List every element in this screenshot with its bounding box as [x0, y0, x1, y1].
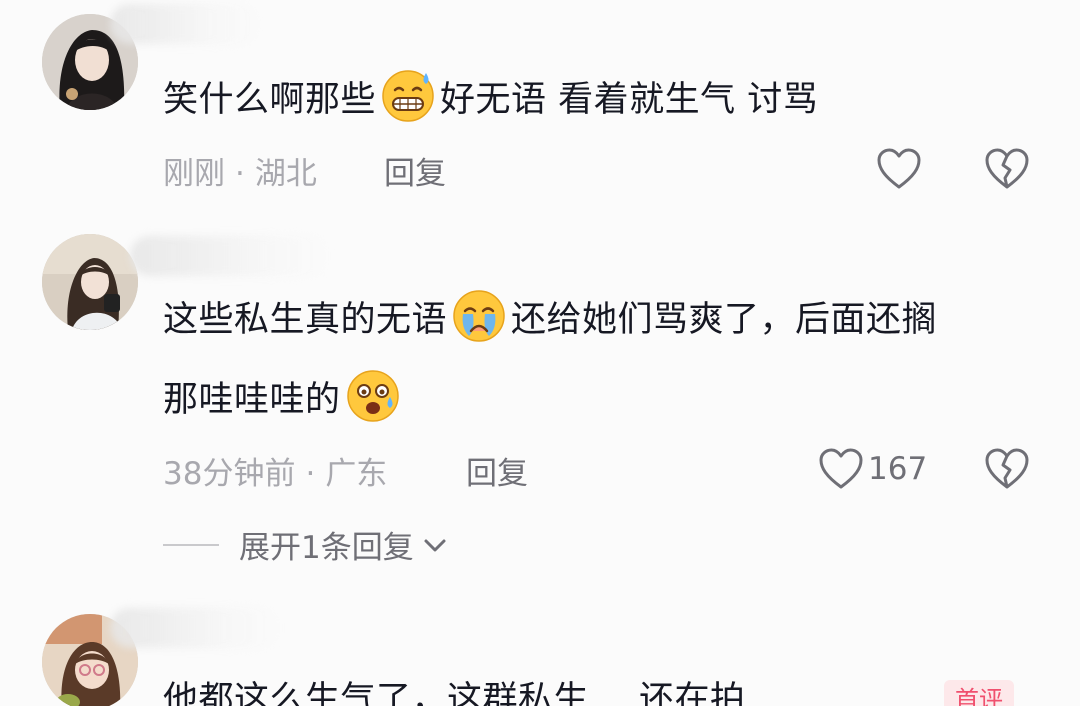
heart-icon — [819, 448, 863, 489]
first-comment-badge: 首评 — [944, 680, 1014, 706]
expand-divider — [163, 543, 219, 546]
username-redacted[interactable] — [110, 608, 280, 648]
comment-list: 笑什么啊那些 好无语 看着就生气 讨骂 刚刚 · 湖北 回复 这些私生真的无语 … — [0, 0, 1080, 706]
comment-location: 广东 — [325, 456, 388, 492]
chevron-down-icon — [424, 539, 446, 551]
username-redacted[interactable] — [110, 4, 260, 44]
broken-heart-icon[interactable] — [984, 147, 1030, 191]
comment-time: 38分钟前 — [163, 456, 296, 492]
crying-emoji-icon — [453, 290, 505, 342]
comment-location: 湖北 — [254, 156, 317, 192]
expand-replies-button[interactable]: 展开1条回复 — [163, 522, 450, 567]
like-button[interactable] — [876, 144, 922, 194]
comment-meta: 刚刚 · 湖北 — [163, 148, 317, 193]
comment-text-line-2: 那哇哇哇的 — [163, 366, 405, 434]
comment-time: 刚刚 — [163, 156, 225, 192]
username-redacted[interactable] — [130, 236, 330, 276]
comment-item-1: 笑什么啊那些 好无语 看着就生气 讨骂 刚刚 · 湖北 回复 — [0, 0, 1080, 220]
comment-item-3: 他都这么生气了，这群私生 还在拍 — [0, 600, 1080, 706]
like-count: 167 — [868, 451, 928, 487]
reply-button[interactable]: 回复 — [384, 148, 446, 193]
comment-item-2: 这些私生真的无语 还给她们骂爽了，后面还搁 那哇哇哇的 38分钟前 · 广东 回… — [0, 220, 1080, 600]
grimacing-sweat-emoji-icon — [382, 70, 434, 122]
meta-separator: · — [235, 156, 245, 192]
shocked-sweat-emoji-icon — [346, 370, 399, 422]
avatar[interactable] — [42, 234, 138, 330]
broken-heart-icon[interactable] — [984, 447, 1030, 491]
expand-label: 展开1条回复 — [239, 530, 414, 566]
comment-text: 这些私生真的无语 还给她们骂爽了，后面还搁 — [163, 286, 937, 354]
meta-separator: · — [305, 456, 316, 492]
comment-text: 他都这么生气了，这群私生 还在拍 — [163, 680, 746, 706]
heart-icon — [877, 148, 921, 189]
comment-meta: 38分钟前 · 广东 — [163, 448, 387, 493]
comment-text: 笑什么啊那些 好无语 看着就生气 讨骂 — [163, 66, 818, 134]
like-button[interactable]: 167 — [818, 444, 927, 494]
reply-button[interactable]: 回复 — [466, 448, 528, 493]
